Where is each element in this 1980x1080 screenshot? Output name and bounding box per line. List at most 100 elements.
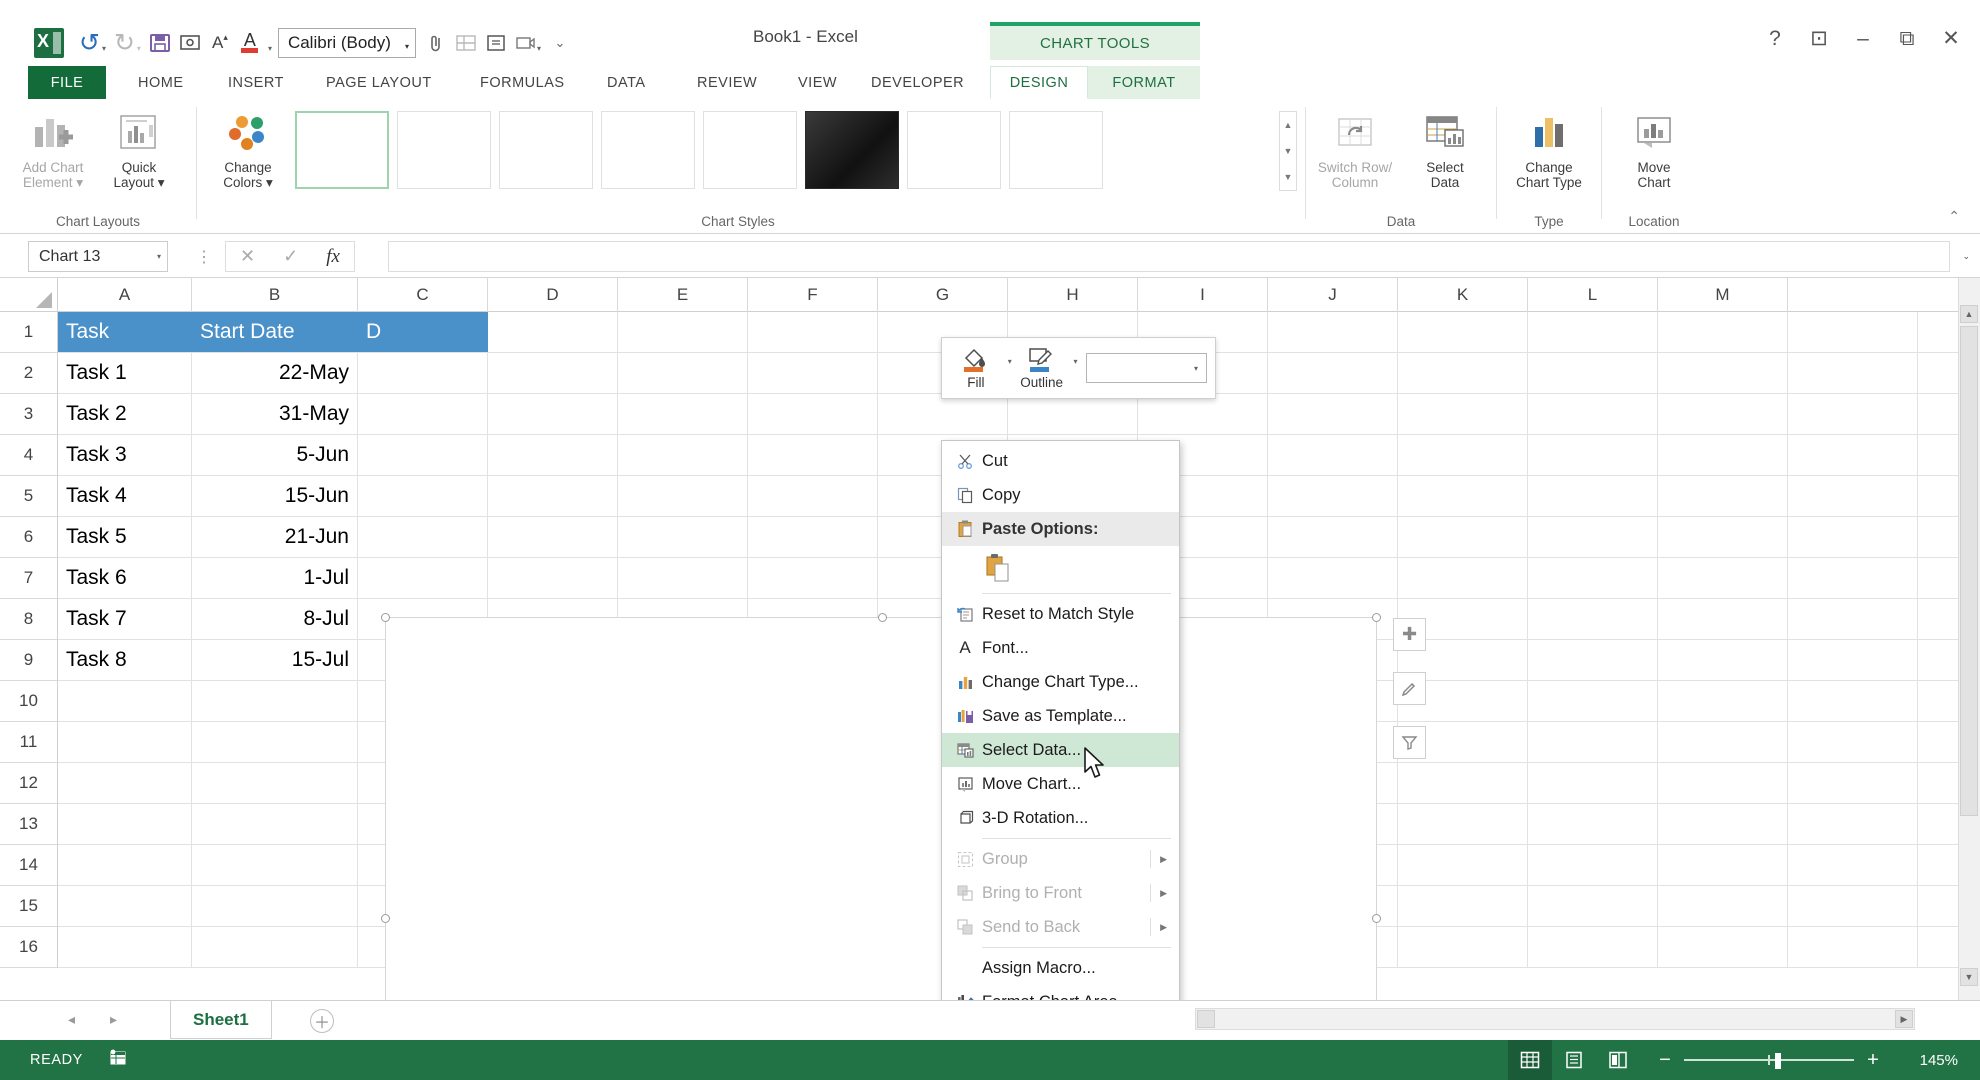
column-header-k[interactable]: K [1398,278,1528,312]
cell-empty[interactable] [1788,927,1918,967]
change-chart-type-button[interactable]: Change Chart Type [1506,107,1592,205]
select-all-corner[interactable] [0,278,58,312]
chart-object[interactable] [381,613,1381,1000]
quick-layout-button[interactable]: Quick Layout ▾ [96,107,182,205]
cell-A6[interactable]: Task 5 [58,517,192,557]
cell-A2[interactable]: Task 1 [58,353,192,393]
cell-empty[interactable] [1528,640,1658,680]
page-break-preview-icon[interactable] [1596,1040,1640,1080]
cell-empty[interactable] [1528,681,1658,721]
camera-icon[interactable]: ▾ [512,26,544,60]
cell-empty[interactable] [1788,517,1918,557]
gallery-more-icon[interactable]: ▼ [1284,164,1293,190]
cell-B8[interactable]: 8-Jul [192,599,358,639]
zoom-level-label[interactable]: 145% [1900,1052,1958,1069]
chart-style-option-1[interactable] [295,111,389,189]
cell-empty[interactable] [1398,353,1528,393]
cell-B2[interactable]: 22-May [192,353,358,393]
attach-icon[interactable] [422,26,450,60]
borders-icon[interactable] [452,26,480,60]
zoom-slider[interactable] [1684,1053,1854,1069]
cell-empty[interactable] [618,435,748,475]
chart-style-option-3[interactable] [499,111,593,189]
cell-empty[interactable] [1528,517,1658,557]
customize-qat-icon[interactable]: ⌄ [546,26,574,60]
cell-empty[interactable] [1658,517,1788,557]
chart-style-gallery-scrollbar[interactable]: ▲ ▼ ▼ [1279,111,1297,191]
cell-empty[interactable] [748,312,878,352]
cell-empty[interactable] [1528,722,1658,762]
cell-empty[interactable] [1528,763,1658,803]
cell-empty[interactable] [1528,845,1658,885]
cell-empty[interactable] [1788,681,1918,721]
tab-data[interactable]: DATA [593,66,660,99]
column-header-h[interactable]: H [1008,278,1138,312]
grow-font-icon[interactable]: A ▴ [206,26,234,60]
cell-B3[interactable]: 31-May [192,394,358,434]
cell-empty[interactable] [1658,722,1788,762]
context-menu-item-change-chart-type[interactable]: Change Chart Type... [942,665,1179,699]
cell-empty[interactable] [1398,763,1528,803]
outline-caret-icon[interactable]: ▾ [1074,357,1078,366]
cell-A3[interactable]: Task 2 [58,394,192,434]
cell-empty[interactable] [1658,927,1788,967]
cell-empty[interactable] [1268,558,1398,598]
cell-empty[interactable] [1528,886,1658,926]
normal-view-icon[interactable] [1508,1040,1552,1080]
save-icon[interactable] [146,26,174,60]
font-color-caret-icon[interactable]: ▾ [268,44,272,53]
column-header-l[interactable]: L [1528,278,1658,312]
cell-empty[interactable] [1658,435,1788,475]
camera-caret-icon[interactable]: ▾ [537,44,541,53]
column-header-g[interactable]: G [878,278,1008,312]
chart-style-option-6[interactable] [805,111,899,189]
context-menu-item-paste-swatch[interactable] [942,546,1179,590]
column-header-c[interactable]: C [358,278,488,312]
chart-handle-n[interactable] [878,613,887,622]
print-preview-icon[interactable] [176,26,204,60]
help-button[interactable]: ? [1764,27,1786,51]
tab-home[interactable]: HOME [124,66,198,99]
move-chart-button[interactable]: Move Chart [1611,107,1697,205]
row-header-14[interactable]: 14 [0,845,57,886]
cell-empty[interactable] [1658,681,1788,721]
tab-insert[interactable]: INSERT [214,66,298,99]
cell-A1[interactable]: Task [58,312,192,352]
context-menu-item-reset-to-match-style[interactable]: Reset to Match Style [942,597,1179,631]
horizontal-scroll-left-icon[interactable] [1197,1010,1215,1028]
cell-empty[interactable] [1268,517,1398,557]
row-header-13[interactable]: 13 [0,804,57,845]
gallery-scroll-down-icon[interactable]: ▼ [1284,138,1293,164]
cell-empty[interactable] [1398,927,1528,967]
restore-button[interactable]: ⧉ [1896,27,1918,51]
row-header-2[interactable]: 2 [0,353,57,394]
cell-empty[interactable] [1528,476,1658,516]
tab-file[interactable]: FILE [28,66,106,99]
row-header-4[interactable]: 4 [0,435,57,476]
context-menu-item-3d-rotation[interactable]: 3-D Rotation... [942,801,1179,835]
context-menu-item-move-chart[interactable]: Move Chart... [942,767,1179,801]
cell-empty[interactable] [1788,640,1918,680]
outline-button[interactable]: Outline [1016,341,1068,395]
cell-empty[interactable] [1658,845,1788,885]
cell-A5[interactable]: Task 4 [58,476,192,516]
cell-A11[interactable] [58,722,192,762]
column-header-i[interactable]: I [1138,278,1268,312]
cell-empty[interactable] [1788,804,1918,844]
add-sheet-button[interactable]: ＋ [310,1009,334,1033]
insert-function-icon[interactable]: fx [326,246,340,268]
cell-empty[interactable] [1268,476,1398,516]
cell-empty[interactable] [1528,312,1658,352]
cell-C5[interactable] [358,476,488,516]
row-header-16[interactable]: 16 [0,927,57,968]
cell-empty[interactable] [1528,435,1658,475]
cell-B4[interactable]: 5-Jun [192,435,358,475]
cell-empty[interactable] [748,394,878,434]
context-menu-item-save-as-template[interactable]: Save as Template... [942,699,1179,733]
column-header-a[interactable]: A [58,278,192,312]
chart-style-option-2[interactable] [397,111,491,189]
tab-review[interactable]: REVIEW [683,66,771,99]
context-menu-item-copy[interactable]: Copy [942,478,1179,512]
column-header-d[interactable]: D [488,278,618,312]
shape-style-dropdown[interactable]: ▾ [1085,353,1207,383]
